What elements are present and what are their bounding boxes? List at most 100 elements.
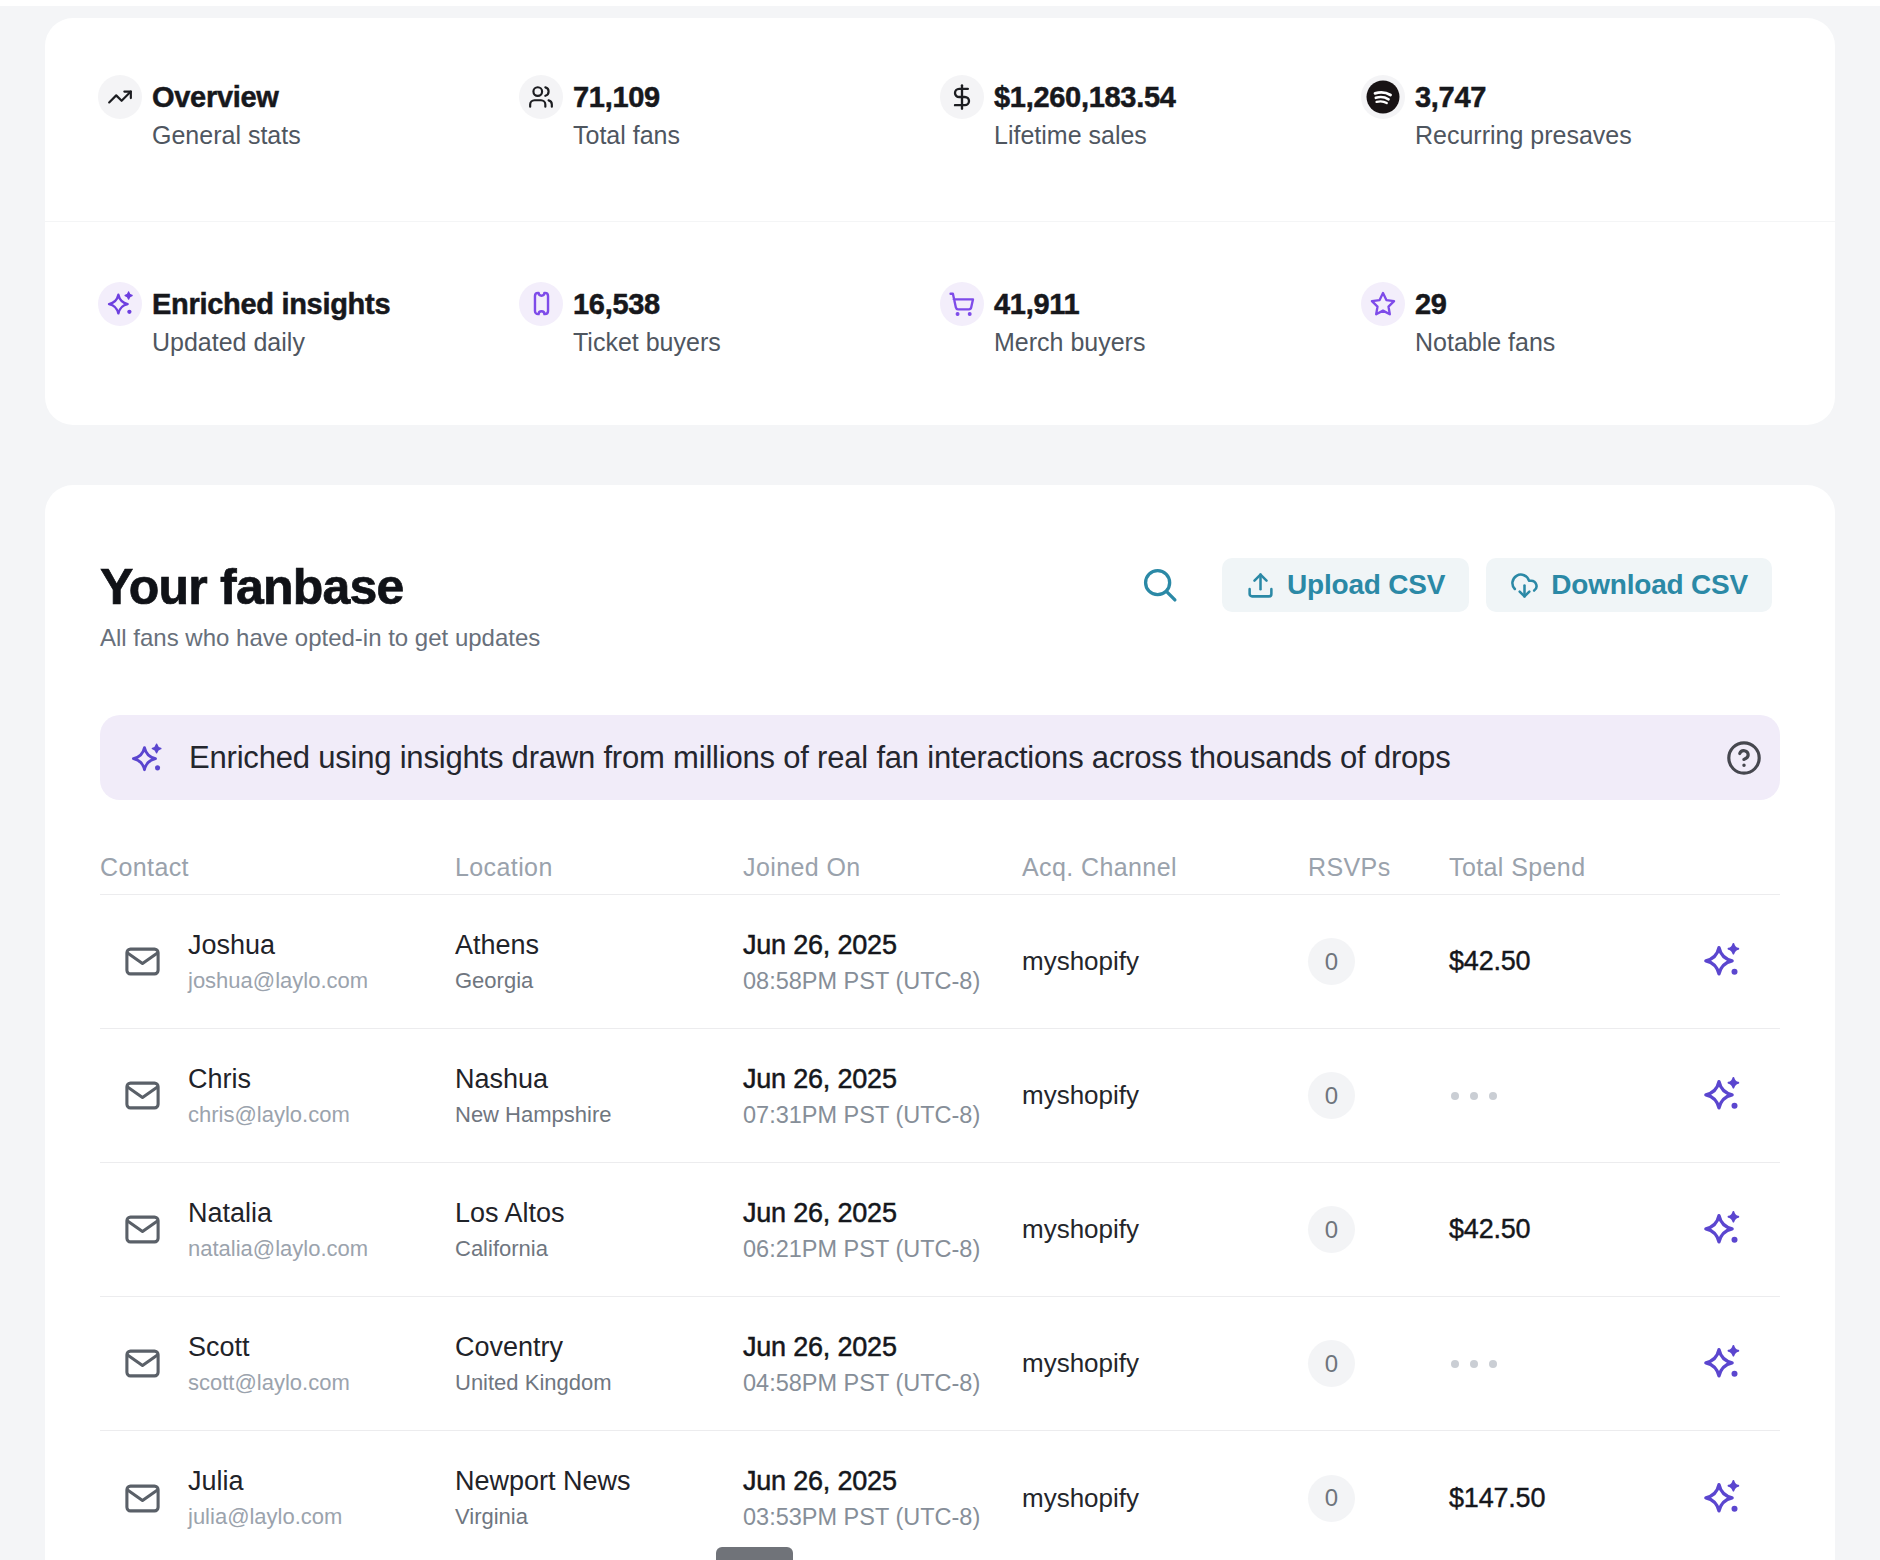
rsvp-cell: 0: [1308, 1475, 1449, 1522]
joined-date: Jun 26, 2025: [743, 1063, 1022, 1095]
download-csv-label: Download CSV: [1551, 569, 1748, 601]
dot: [1489, 1360, 1497, 1368]
page-title: Your fanbase: [100, 559, 540, 615]
spend-cell: $42.50: [1449, 1214, 1649, 1245]
stat-subtitle: Updated daily: [152, 327, 390, 357]
download-csv-button[interactable]: Download CSV: [1486, 558, 1772, 612]
mail-icon: [123, 1076, 162, 1115]
fan-name: Joshua: [188, 929, 368, 961]
location-cell: AthensGeorgia: [455, 929, 743, 995]
acq-channel: myshopify: [1022, 946, 1308, 977]
column-header-acq-channel: Acq. Channel: [1022, 853, 1308, 882]
fan-name: Julia: [188, 1465, 342, 1497]
fan-city: Los Altos: [455, 1197, 743, 1229]
joined-date: Jun 26, 2025: [743, 1197, 1022, 1229]
table-header-row: ContactLocationJoined OnAcq. ChannelRSVP…: [100, 840, 1780, 895]
mail-icon: [123, 942, 162, 981]
fan-city: Coventry: [455, 1331, 743, 1363]
fan-row[interactable]: Scottscott@laylo.comCoventryUnited Kingd…: [100, 1297, 1780, 1431]
acq-channel: myshopify: [1022, 1483, 1308, 1514]
contact-cell: Scottscott@laylo.com: [100, 1331, 455, 1397]
column-header-rsvps: RSVPs: [1308, 853, 1449, 882]
spend-unknown-dots: [1449, 1082, 1649, 1109]
fan-row[interactable]: Juliajulia@laylo.comNewport NewsVirginia…: [100, 1431, 1780, 1560]
top-strip: [0, 0, 1880, 6]
rsvp-count-badge: 0: [1308, 1340, 1355, 1387]
stat-title: 71,109: [573, 75, 680, 119]
enrich-button[interactable]: [1703, 1075, 1741, 1116]
mail-icon: [123, 1210, 162, 1249]
column-header-total-spend: Total Spend: [1449, 853, 1649, 882]
fan-row[interactable]: Chrischris@laylo.comNashuaNew HampshireJ…: [100, 1029, 1780, 1163]
fan-email: natalia@laylo.com: [188, 1235, 368, 1263]
joined-date: Jun 26, 2025: [743, 1465, 1022, 1497]
fan-row[interactable]: Joshua joshua@laylo.com AthensGeorgiaJun 2…: [100, 895, 1780, 1029]
mail-icon: [123, 1479, 162, 1518]
joined-time: 08:58PM PST (UTC-8): [743, 967, 1022, 995]
stat-title: $1,260,183.54: [994, 75, 1176, 119]
joined-cell: Jun 26, 202504:58PM PST (UTC-8): [743, 1331, 1022, 1397]
dot: [1451, 1092, 1459, 1100]
fan-row[interactable]: Natalia natalia@laylo.com Los Altos Califor…: [100, 1163, 1780, 1297]
spend-cell: $147.50: [1449, 1483, 1649, 1514]
spend-cell: $42.50: [1449, 946, 1649, 977]
upload-csv-button[interactable]: Upload CSV: [1222, 558, 1469, 612]
spend-unknown-dots: [1449, 1350, 1649, 1377]
help-button[interactable]: [1725, 739, 1763, 777]
sparkles-icon: [1703, 1209, 1741, 1250]
acq-channel: myshopify: [1022, 1214, 1308, 1245]
enrich-button[interactable]: [1703, 1478, 1741, 1519]
ticket-icon: [519, 282, 563, 326]
fanbase-card: Your fanbase All fans who have opted-in …: [45, 485, 1835, 1560]
total-spend-value: $42.50: [1449, 946, 1530, 976]
fanbase-header: Your fanbase All fans who have opted-in …: [100, 485, 1780, 653]
acq-channel: myshopify: [1022, 1080, 1308, 1111]
stat-subtitle: Recurring presaves: [1415, 120, 1632, 150]
fan-name: Natalia: [188, 1197, 368, 1229]
mail-icon: [123, 1344, 162, 1383]
rsvp-cell: 0: [1308, 1340, 1449, 1387]
search-button[interactable]: [1141, 566, 1179, 604]
location-cell: Los Altos California: [455, 1197, 743, 1263]
table-body: Joshuajoshua@laylo.comAthensGeorgiaJun 2…: [100, 895, 1780, 1560]
stat-title: Overview: [152, 75, 301, 119]
stats-row-enriched: Enriched insightsUpdated daily16,538Tick…: [45, 222, 1835, 426]
joined-cell: Jun 26, 202508:58PM PST (UTC-8): [743, 929, 1022, 995]
action-cell: [1649, 1209, 1780, 1250]
spotify-icon: [1361, 75, 1405, 119]
rsvp-count-badge: 0: [1308, 1475, 1355, 1522]
stat-general-stats: OverviewGeneral stats: [98, 75, 519, 221]
rsvp-count-badge: 0: [1308, 1072, 1355, 1119]
users-icon: [519, 75, 563, 119]
rsvp-cell: 0: [1308, 1206, 1449, 1253]
stats-row-overview: OverviewGeneral stats 71,109Total fans $1,…: [45, 18, 1835, 222]
fan-email: scott@laylo.com: [188, 1369, 350, 1397]
location-cell: NashuaNew Hampshire: [455, 1063, 743, 1129]
stat-subtitle: Lifetime sales: [994, 120, 1176, 150]
help-circle-icon: [1725, 739, 1763, 777]
stat-subtitle: Total fans: [573, 120, 680, 150]
enrich-button[interactable]: [1703, 1209, 1741, 1250]
action-cell: [1649, 941, 1780, 982]
stats-card: OverviewGeneral stats 71,109Total fans $1,…: [45, 18, 1835, 425]
dot: [1451, 1360, 1459, 1368]
stat-lifetime-sales: $1,260,183.54Lifetime sales: [940, 75, 1361, 221]
dot: [1470, 1360, 1478, 1368]
sparkles-icon: [1703, 941, 1741, 982]
search-icon: [1141, 566, 1179, 604]
total-spend-value: $42.50: [1449, 1214, 1530, 1244]
fan-region: Virginia: [455, 1503, 743, 1531]
rsvp-count-badge: 0: [1308, 938, 1355, 985]
location-cell: CoventryUnited Kingdom: [455, 1331, 743, 1397]
enriched-banner: Enriched using insights drawn from milli…: [100, 715, 1780, 800]
joined-time: 03:53PM PST (UTC-8): [743, 1503, 1022, 1531]
enriched-banner-text: Enriched using insights drawn from milli…: [189, 740, 1725, 776]
sparkles-icon: [1703, 1075, 1741, 1116]
fan-region: California: [455, 1235, 743, 1263]
fan-email: julia@laylo.com: [188, 1503, 342, 1531]
contact-cell: Natalia natalia@laylo.com: [100, 1197, 455, 1263]
fan-email: joshua@laylo.com: [188, 967, 368, 995]
stat-merch-buyers: 41,911Merch buyers: [940, 282, 1361, 426]
enrich-button[interactable]: [1703, 941, 1741, 982]
enrich-button[interactable]: [1703, 1343, 1741, 1384]
